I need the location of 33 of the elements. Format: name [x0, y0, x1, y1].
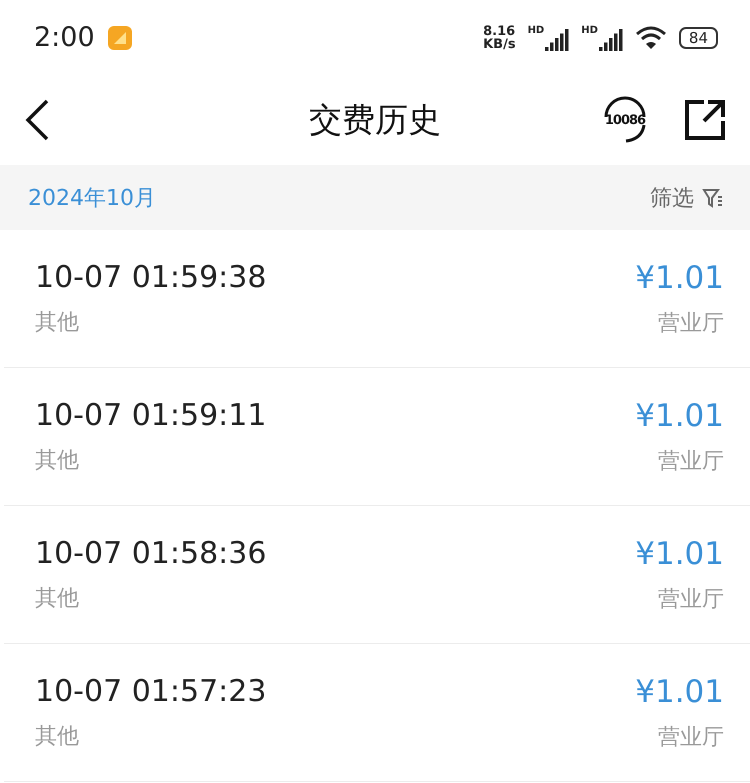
page-title: 交费历史 [309, 98, 441, 140]
filter-button[interactable]: 筛选 [650, 182, 724, 212]
payment-type: 其他 [35, 447, 79, 475]
customer-service-button[interactable]: 10086 [600, 95, 650, 145]
payment-amount: ¥1.01 [635, 260, 724, 296]
payment-amount: ¥1.01 [635, 398, 724, 434]
payment-amount: ¥1.01 [635, 674, 724, 710]
payment-amount: ¥1.01 [635, 536, 724, 572]
payment-channel: 营业厅 [658, 310, 724, 338]
payment-time: 10-07 01:59:38 [35, 260, 266, 295]
battery-icon: 84 [678, 26, 718, 48]
payment-time: 10-07 01:58:36 [35, 536, 266, 571]
signal-icon [545, 28, 570, 50]
network-speed-unit: KB/s [483, 38, 516, 50]
status-time: 2:00 [34, 22, 95, 53]
payment-channel: 营业厅 [658, 724, 724, 752]
network-speed-value: 8.16 [483, 24, 516, 38]
payment-time: 10-07 01:59:11 [35, 398, 266, 433]
payment-channel: 营业厅 [658, 586, 724, 614]
app-notification-icon [106, 24, 133, 50]
hd-label: HD [528, 24, 544, 36]
signal-icon [598, 28, 623, 50]
payment-channel: 营业厅 [658, 448, 724, 476]
hd-label: HD [581, 24, 598, 36]
filter-icon [702, 186, 724, 208]
back-icon[interactable] [24, 99, 50, 141]
share-icon[interactable] [684, 99, 726, 141]
payment-type: 其他 [35, 723, 79, 751]
payment-type: 其他 [35, 585, 79, 613]
month-label[interactable]: 2024年10月 [28, 182, 156, 212]
wifi-icon [634, 26, 667, 50]
payment-type: 其他 [35, 309, 79, 337]
payment-time: 10-07 01:57:23 [35, 674, 266, 709]
